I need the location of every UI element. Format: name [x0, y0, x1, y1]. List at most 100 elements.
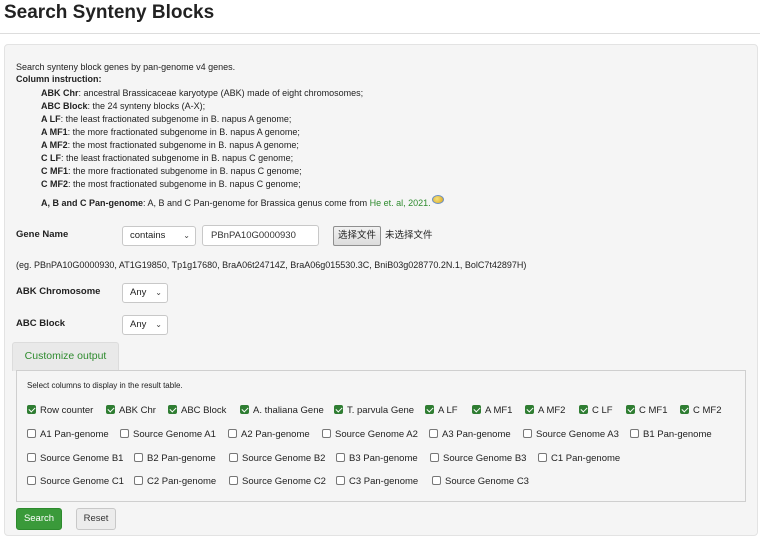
- instruction-item-a-mf1: A MF1: the more fractionated subgenome i…: [41, 127, 300, 138]
- abk-chromosome-select[interactable]: Any ⌄: [122, 283, 168, 303]
- checkbox[interactable]: [322, 429, 331, 438]
- gene-example-text: (eg. PBnPA10G0000930, AT1G19850, Tp1g176…: [16, 260, 527, 270]
- abc-block-value: Any: [130, 319, 147, 330]
- tab-customize-output[interactable]: Customize output: [12, 342, 119, 371]
- checkbox[interactable]: [472, 405, 481, 414]
- checkbox-source-genome-c2[interactable]: Source Genome C2: [229, 476, 326, 488]
- checkbox[interactable]: [334, 405, 343, 414]
- checkbox-c-mf2[interactable]: C MF2: [680, 405, 722, 417]
- checkbox[interactable]: [106, 405, 115, 414]
- checkbox-label: C LF: [592, 405, 613, 416]
- checkbox-source-genome-a3[interactable]: Source Genome A3: [523, 429, 619, 441]
- checkbox[interactable]: [538, 453, 547, 462]
- checkbox[interactable]: [432, 476, 441, 485]
- abk-chromosome-label: ABK Chromosome: [16, 286, 101, 297]
- abk-chromosome-value: Any: [130, 287, 147, 298]
- checkbox[interactable]: [134, 476, 143, 485]
- checkbox-abk-chr[interactable]: ABK Chr: [106, 405, 156, 417]
- instruction-desc: : the more fractionated subgenome in B. …: [68, 166, 302, 176]
- checkbox[interactable]: [630, 429, 639, 438]
- checkbox-b1-pan-genome[interactable]: B1 Pan-genome: [630, 429, 712, 441]
- checkbox[interactable]: [525, 405, 534, 414]
- checkbox-a1-pan-genome[interactable]: A1 Pan-genome: [27, 429, 109, 441]
- checkbox-a-lf[interactable]: A LF: [425, 405, 458, 417]
- checkbox[interactable]: [430, 453, 439, 462]
- checkbox-a3-pan-genome[interactable]: A3 Pan-genome: [429, 429, 511, 441]
- checkbox[interactable]: [228, 429, 237, 438]
- gene-name-input[interactable]: PBnPA10G0000930: [202, 225, 319, 246]
- checkbox-label: ABC Block: [181, 405, 227, 416]
- checkbox[interactable]: [168, 405, 177, 414]
- checkbox-label: C1 Pan-genome: [551, 453, 621, 464]
- checkbox-t-parvula-gene[interactable]: T. parvula Gene: [334, 405, 414, 417]
- checkbox-label: Source Genome B2: [242, 453, 326, 464]
- instruction-item-c-mf2: C MF2: the most fractionated subgenome i…: [41, 179, 301, 190]
- checkbox-a-mf1[interactable]: A MF1: [472, 405, 512, 417]
- instruction-desc: : A, B and C Pan-genome for Brassica gen…: [143, 198, 370, 208]
- citation-icon[interactable]: [431, 195, 444, 204]
- checkbox-label: Source Genome A3: [536, 429, 619, 440]
- checkbox[interactable]: [27, 453, 36, 462]
- checkbox-a2-pan-genome[interactable]: A2 Pan-genome: [228, 429, 310, 441]
- reset-button[interactable]: Reset: [76, 508, 116, 530]
- checkbox-abc-block[interactable]: ABC Block: [168, 405, 226, 417]
- checkbox-c1-pan-genome[interactable]: C1 Pan-genome: [538, 453, 620, 465]
- checkbox-c3-pan-genome[interactable]: C3 Pan-genome: [336, 476, 418, 488]
- instruction-term: A LF: [41, 114, 61, 124]
- page-title: Search Synteny Blocks: [4, 2, 215, 23]
- instruction-item-abk-chr: ABK Chr: ancestral Brassicaceae karyotyp…: [41, 88, 363, 99]
- intro-text: Search synteny block genes by pan-genome…: [16, 62, 236, 72]
- checkbox-c2-pan-genome[interactable]: C2 Pan-genome: [134, 476, 216, 488]
- instruction-term: C MF2: [41, 179, 68, 189]
- checkbox[interactable]: [229, 453, 238, 462]
- checkbox[interactable]: [336, 453, 345, 462]
- checkbox-a-thaliana-gene[interactable]: A. thaliana Gene: [240, 405, 324, 417]
- checkbox[interactable]: [626, 405, 635, 414]
- instruction-item-c-mf1: C MF1: the more fractionated subgenome i…: [41, 166, 302, 177]
- checkbox-c-lf[interactable]: C LF: [579, 405, 613, 417]
- instruction-term: C LF: [41, 153, 61, 163]
- match-type-select[interactable]: contains ⌄: [122, 226, 196, 246]
- choose-file-button[interactable]: 选择文件: [333, 226, 382, 246]
- checkbox[interactable]: [27, 429, 36, 438]
- checkbox-source-genome-a1[interactable]: Source Genome A1: [120, 429, 216, 441]
- checkbox[interactable]: [336, 476, 345, 485]
- checkbox-label: A MF1: [485, 405, 513, 416]
- checkbox[interactable]: [680, 405, 689, 414]
- checkbox-source-genome-b1[interactable]: Source Genome B1: [27, 453, 123, 465]
- instruction-term: A MF2: [41, 140, 68, 150]
- checkbox[interactable]: [523, 429, 532, 438]
- checkbox-label: C3 Pan-genome: [349, 476, 419, 487]
- checkbox-source-genome-c1[interactable]: Source Genome C1: [27, 476, 124, 488]
- abc-block-label: ABC Block: [16, 318, 66, 329]
- instruction-term: A, B and C Pan-genome: [41, 198, 144, 208]
- checkbox[interactable]: [27, 405, 36, 414]
- checkbox-label: T. parvula Gene: [347, 405, 415, 416]
- checkbox[interactable]: [579, 405, 588, 414]
- checkbox-label: Source Genome C1: [40, 476, 124, 487]
- checkbox-c-mf1[interactable]: C MF1: [626, 405, 668, 417]
- checkbox[interactable]: [229, 476, 238, 485]
- abc-block-select[interactable]: Any ⌄: [122, 315, 168, 335]
- checkbox[interactable]: [27, 476, 36, 485]
- checkbox[interactable]: [134, 453, 143, 462]
- checkbox-b2-pan-genome[interactable]: B2 Pan-genome: [134, 453, 216, 465]
- reference-link[interactable]: He et. al, 2021.: [370, 198, 431, 208]
- checkbox-row-counter[interactable]: Row counter: [27, 405, 93, 417]
- search-button[interactable]: Search: [16, 508, 62, 530]
- checkbox-a-mf2[interactable]: A MF2: [525, 405, 565, 417]
- instruction-term: ABC Block: [41, 101, 88, 111]
- checkbox-label: A1 Pan-genome: [40, 429, 109, 440]
- instruction-desc: : the 24 synteny blocks (A-X);: [87, 101, 206, 111]
- checkbox[interactable]: [120, 429, 129, 438]
- checkbox[interactable]: [429, 429, 438, 438]
- checkbox[interactable]: [425, 405, 434, 414]
- checkbox-label: Source Genome A1: [133, 429, 216, 440]
- checkbox-b3-pan-genome[interactable]: B3 Pan-genome: [336, 453, 418, 465]
- checkbox[interactable]: [240, 405, 249, 414]
- instruction-desc: : the most fractionated subgenome in B. …: [67, 140, 299, 150]
- checkbox-source-genome-c3[interactable]: Source Genome C3: [432, 476, 529, 488]
- checkbox-source-genome-b2[interactable]: Source Genome B2: [229, 453, 325, 465]
- checkbox-source-genome-a2[interactable]: Source Genome A2: [322, 429, 418, 441]
- checkbox-source-genome-b3[interactable]: Source Genome B3: [430, 453, 526, 465]
